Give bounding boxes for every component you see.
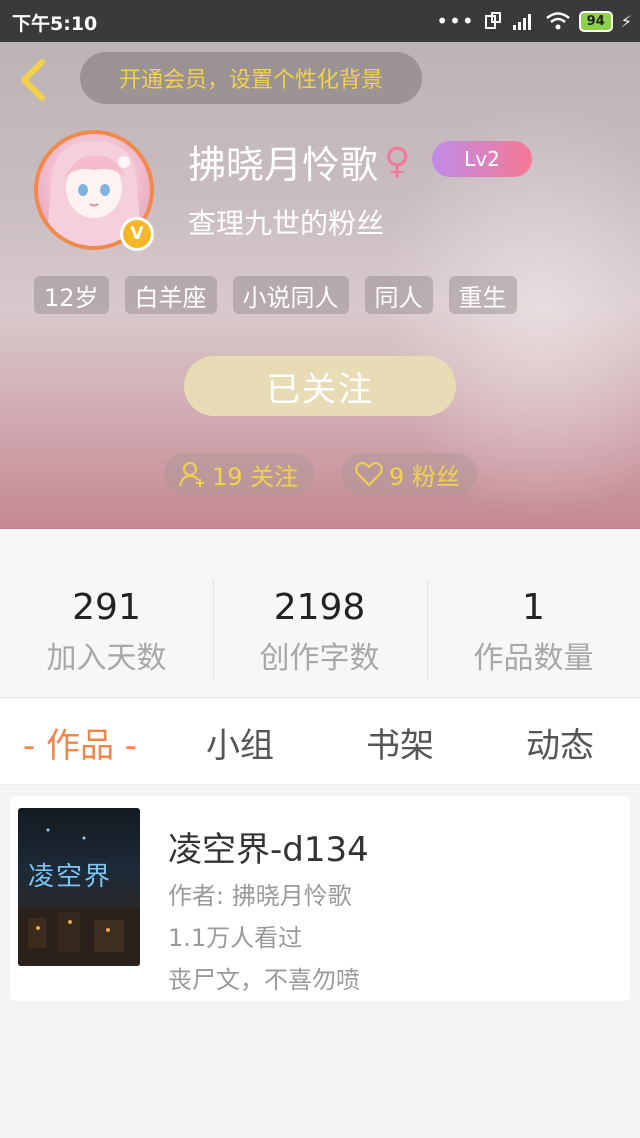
back-arrow-icon: [21, 59, 45, 101]
fans-count: 9 粉丝: [389, 462, 460, 491]
tag-list: 12岁 白羊座 小说同人 同人 重生: [34, 276, 517, 314]
stat-label: 作品数量: [473, 641, 594, 676]
tab-groups[interactable]: 小组: [160, 699, 320, 785]
more-dots-icon: •••: [436, 9, 475, 33]
stat-value: 1: [522, 587, 545, 628]
level-badge: Lv2: [432, 141, 532, 177]
tag-item: 小说同人: [232, 276, 349, 314]
wifi-icon: [545, 12, 570, 30]
following-count: 19 关注: [212, 462, 299, 491]
user-plus-icon: [179, 462, 204, 487]
work-title[interactable]: 凌空界-d134: [168, 822, 369, 871]
work-views: 1.1万人看过: [168, 924, 303, 952]
tag-item: 12岁: [34, 276, 109, 314]
status-bar: 下午5:10 ••• 94 ⚡: [0, 0, 640, 42]
status-icons: ••• 94 ⚡: [436, 8, 632, 34]
stats-row: 291 加入天数 2198 创作字数 1 作品数量: [0, 529, 640, 698]
screen-rotate-icon: [484, 12, 501, 29]
work-author: 作者: 拂晓月怜歌: [168, 882, 352, 910]
stat-word-count: 2198 创作字数: [213, 585, 426, 677]
tab-bookshelf[interactable]: 书架: [320, 699, 480, 785]
vip-background-button[interactable]: 开通会员，设置个性化背景: [80, 52, 422, 104]
follow-button[interactable]: 已关注: [184, 356, 456, 416]
tag-item: 同人: [364, 276, 433, 314]
profile-header: 开通会员，设置个性化背景 V 拂晓月怜歌 ♀ Lv2 查理九世的粉丝 12岁 白…: [0, 42, 640, 529]
tag-item: 白羊座: [124, 276, 217, 314]
status-time: 下午5:10: [12, 13, 98, 35]
verify-icon: V: [120, 217, 154, 251]
battery-indicator: 94: [578, 10, 613, 32]
signal-icon: [512, 14, 531, 30]
work-card[interactable]: 凌空界 凌空界-d134 作者: 拂晓月怜歌 1.1万人看过 丧尸文，不喜勿喷: [10, 796, 630, 1001]
stat-value: 291: [72, 587, 141, 628]
stat-works-count: 1 作品数量: [427, 585, 640, 677]
work-cover[interactable]: 凌空界: [18, 808, 140, 966]
tab-works[interactable]: - 作品 -: [0, 699, 160, 785]
username: 拂晓月怜歌: [188, 143, 379, 187]
tab-activity[interactable]: 动态: [480, 699, 640, 785]
stat-value: 2198: [273, 587, 366, 628]
back-button[interactable]: [14, 56, 54, 104]
following-button[interactable]: 19 关注: [164, 453, 314, 495]
charging-icon: ⚡: [620, 11, 632, 31]
stat-label: 加入天数: [46, 641, 167, 676]
fans-button[interactable]: 9 粉丝: [341, 453, 477, 495]
heart-icon: [355, 462, 383, 487]
work-description: 丧尸文，不喜勿喷: [168, 966, 360, 994]
female-icon: ♀: [384, 141, 411, 182]
stat-label: 创作字数: [259, 641, 380, 676]
works-list: 凌空界 凌空界-d134 作者: 拂晓月怜歌 1.1万人看过 丧尸文，不喜勿喷: [0, 786, 640, 1138]
stat-join-days: 291 加入天数: [0, 585, 213, 677]
tag-item: 重生: [448, 276, 517, 314]
username-row: 拂晓月怜歌 ♀: [188, 134, 410, 189]
cover-title: 凌空界: [28, 862, 113, 892]
profile-subtitle: 查理九世的粉丝: [188, 207, 385, 240]
profile-tabs: - 作品 - 小组 书架 动态: [0, 699, 640, 785]
